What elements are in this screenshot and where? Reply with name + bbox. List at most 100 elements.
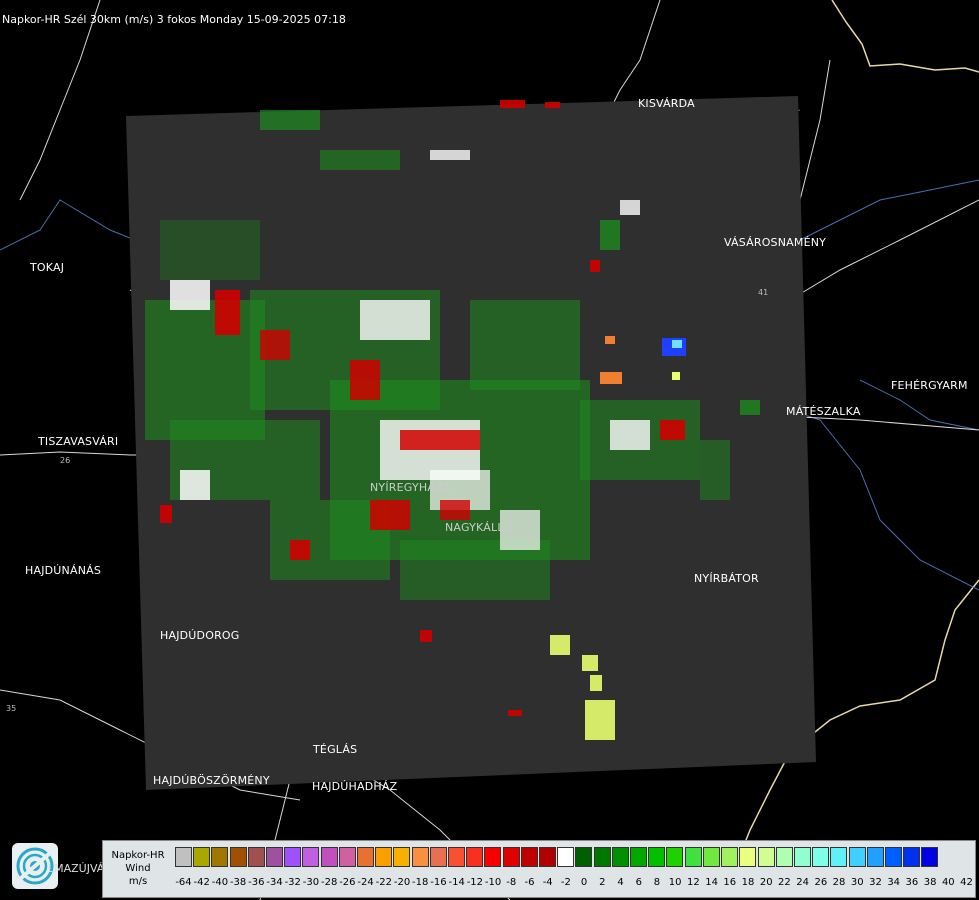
legend-swatch (848, 847, 866, 867)
legend-swatch (338, 847, 356, 867)
legend-tick: 10 (668, 877, 682, 888)
legend-swatch (684, 847, 702, 867)
legend-swatch (593, 847, 611, 867)
legend-swatch (903, 847, 921, 867)
city-teglas: TÉGLÁS (313, 743, 358, 756)
radar-map (0, 0, 979, 900)
legend-swatch (557, 847, 575, 867)
legend-tick: 0 (580, 877, 588, 888)
legend-swatch (611, 847, 629, 867)
legend-tick: -42 (193, 877, 210, 888)
legend-tick: 22 (778, 877, 791, 888)
legend-tick: 42 (960, 877, 973, 888)
legend-swatch (502, 847, 520, 867)
legend-swatch (247, 847, 265, 867)
legend-swatch (393, 847, 411, 867)
legend-swatch (466, 847, 484, 867)
legend-tick: -6 (524, 877, 535, 888)
route-label: 41 (758, 288, 769, 297)
legend-tick: 4 (617, 877, 624, 888)
legend-swatch (793, 847, 811, 867)
legend-swatch (229, 847, 247, 867)
city-nyirbator: NYÍRBÁTOR (694, 572, 759, 585)
legend-swatch (484, 847, 502, 867)
city-tokaj: TOKAJ (30, 261, 65, 274)
legend-tick: 14 (705, 877, 718, 888)
city-kisvarda: KISVÁRDA (638, 97, 695, 110)
legend-tick: -2 (560, 877, 571, 888)
legend-tick: -28 (321, 877, 338, 888)
legend-tick: 40 (941, 877, 955, 888)
color-legend: Napkor-HR Wind m/s -64 -42 -40 -38 -36 -34 -32… (102, 840, 976, 898)
city-tiszavasvari: TISZAVASVÁRI (38, 435, 119, 448)
legend-swatch (575, 847, 593, 867)
legend-tick: -26 (339, 877, 356, 888)
map-title: Napkor-HR Szél 30km (m/s) 3 fokos Monday… (2, 13, 346, 26)
legend-tick: -8 (506, 877, 517, 888)
legend-tick: 36 (905, 877, 919, 888)
legend-swatch (520, 847, 538, 867)
legend-tick: 34 (887, 877, 901, 888)
legend-swatch (775, 847, 793, 867)
legend-title-line: Napkor-HR (111, 850, 165, 861)
legend-tick: -4 (542, 877, 553, 888)
legend-swatch (429, 847, 447, 867)
city-hajduboszormeny: HAJDÚBÖSZÖRMÉNY (153, 774, 270, 787)
city-hajdudorog: HAJDÚDOROG (160, 629, 240, 642)
legend-swatch (921, 847, 939, 867)
legend-tick: 20 (759, 877, 773, 888)
legend-swatch (211, 847, 229, 867)
legend-swatch (320, 847, 338, 867)
legend-title-line: Wind (125, 863, 151, 874)
legend-swatch (375, 847, 393, 867)
legend-swatch (702, 847, 720, 867)
legend-tick: 30 (850, 877, 864, 888)
legend-swatch (411, 847, 429, 867)
legend-swatch (284, 847, 302, 867)
legend-tick: -20 (393, 877, 411, 888)
legend-tick: -38 (229, 877, 247, 888)
legend-tick: -34 (266, 877, 283, 888)
legend-title: Napkor-HR Wind m/s (105, 849, 171, 888)
legend-tick: -18 (412, 877, 429, 888)
legend-swatch (739, 847, 757, 867)
legend-tick: -10 (484, 877, 502, 888)
city-vasarosnameny: VÁSÁROSNAMÉNY (724, 236, 827, 249)
legend-tick: -30 (302, 877, 320, 888)
legend-swatch (302, 847, 320, 867)
route-label: 35 (6, 704, 17, 713)
legend-swatch (448, 847, 466, 867)
legend-tick: -32 (284, 877, 301, 888)
legend-swatch (175, 847, 192, 867)
legend-tick: -40 (211, 877, 229, 888)
city-hajduhadhaz: HAJDÚHADHÁZ (312, 780, 398, 793)
city-mateszalka: MÁTÉSZALKA (786, 405, 861, 418)
legend-tick: -24 (357, 877, 374, 888)
legend-swatch (884, 847, 902, 867)
legend-swatch (193, 847, 211, 867)
legend-swatch (357, 847, 375, 867)
city-hajdunanas: HAJDÚNÁNÁS (25, 564, 102, 577)
legend-swatch (630, 847, 648, 867)
legend-tick: 6 (635, 877, 642, 888)
legend-swatch (539, 847, 557, 867)
legend-tick: 2 (599, 877, 606, 888)
legend-tick: -14 (448, 877, 465, 888)
legend-title-line: m/s (128, 876, 148, 887)
legend-tick: 26 (814, 877, 828, 888)
legend-swatch (866, 847, 884, 867)
legend-tick: 18 (741, 877, 755, 888)
legend-tick: -36 (248, 877, 265, 888)
city-fehergyarmat: FEHÉRGYARM (891, 379, 968, 392)
legend-swatch (666, 847, 684, 867)
legend-swatch (757, 847, 775, 867)
city-nagykallo: NAGYKÁLLÓ (445, 521, 513, 534)
legend-tick: 28 (832, 877, 846, 888)
city-nyiregyhaza: NYÍREGYHÁZA (370, 481, 451, 494)
legend-swatches (175, 847, 940, 869)
legend-tick: 24 (796, 877, 809, 888)
legend-tick: 12 (687, 877, 700, 888)
legend-tick: -64 (175, 877, 192, 888)
legend-swatch (648, 847, 666, 867)
legend-tick: -16 (430, 877, 447, 888)
